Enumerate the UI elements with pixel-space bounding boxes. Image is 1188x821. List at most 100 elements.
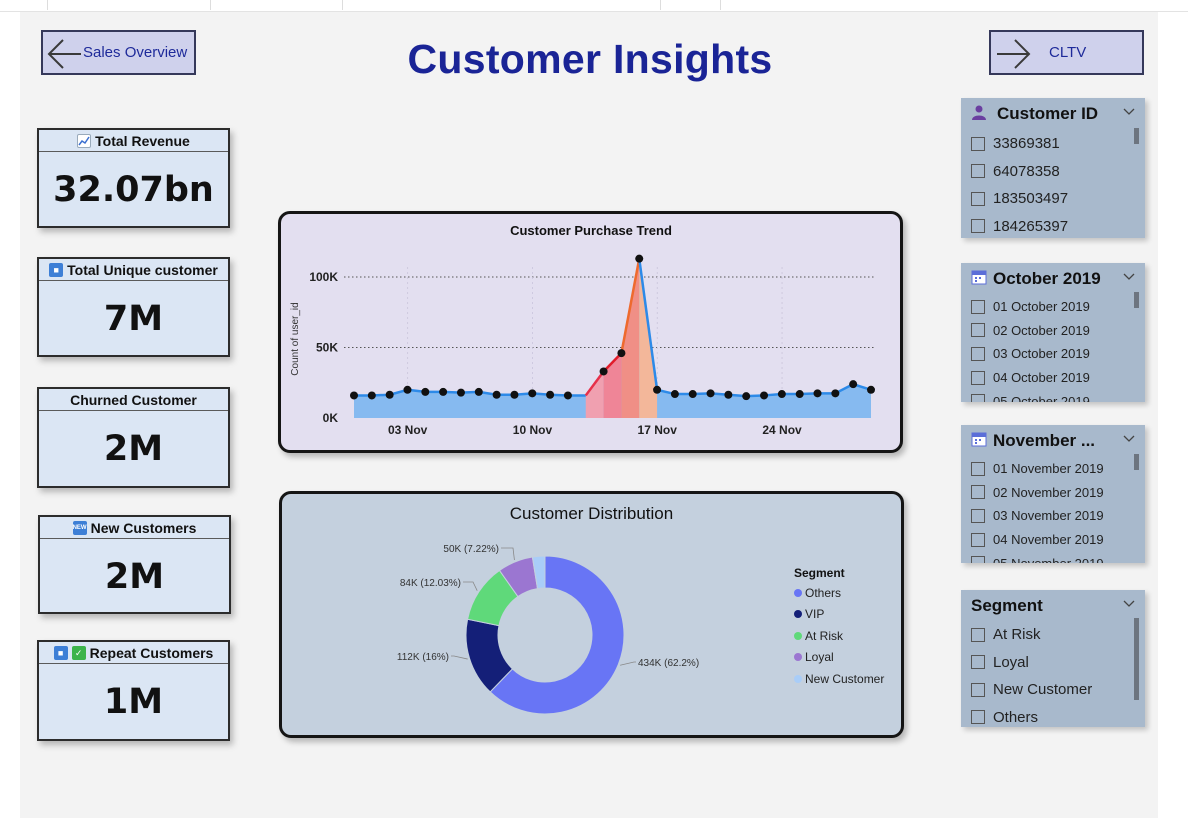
data-point — [528, 389, 537, 398]
chevron-down-icon[interactable] — [1123, 108, 1135, 116]
slicer-item[interactable]: 04 October 2019 — [961, 366, 1145, 390]
slicer-customer-id[interactable]: Customer ID 33869381 64078358 183503497 184… — [961, 98, 1145, 238]
slicer-item[interactable]: 02 October 2019 — [961, 319, 1145, 343]
slicer-checkbox[interactable] — [971, 191, 985, 206]
area-highlight — [585, 371, 604, 418]
slicer-checkbox[interactable] — [971, 556, 985, 563]
data-point — [546, 390, 555, 399]
legend-marker — [794, 588, 802, 597]
back-nav-button[interactable]: Sales Overview — [41, 30, 196, 75]
slicer-item[interactable]: 64078358 — [961, 158, 1145, 186]
slicer-item[interactable]: 02 November 2019 — [961, 481, 1145, 505]
slicer-checkbox[interactable] — [971, 323, 985, 338]
data-label: 112K (16%) — [397, 652, 449, 663]
legend-item[interactable]: Others — [794, 582, 904, 604]
legend-item[interactable]: At Risk — [794, 625, 904, 647]
legend-label: Loyal — [805, 650, 834, 665]
calendar-icon — [971, 269, 989, 290]
slicer-checkbox[interactable] — [971, 532, 985, 547]
kpi-header: NEW New Customers — [40, 517, 229, 539]
slicer-item[interactable]: 03 November 2019 — [961, 504, 1145, 528]
legend-marker — [794, 674, 802, 683]
kpi-value: 1M — [103, 682, 164, 722]
slicer-item-label: 05 October 2019 — [993, 393, 1090, 402]
legend-item[interactable]: VIP — [794, 604, 904, 626]
data-point — [385, 390, 394, 399]
slicer-item[interactable]: Loyal — [961, 649, 1145, 677]
slicer-item[interactable]: At Risk — [961, 621, 1145, 649]
legend-label: At Risk — [805, 628, 844, 643]
toolbar-separator — [210, 0, 211, 10]
chevron-down-icon[interactable] — [1123, 600, 1135, 608]
slicer-item[interactable]: 03 October 2019 — [961, 342, 1145, 366]
x-tick-label: 24 Nov — [762, 423, 802, 437]
slicer-item[interactable]: 05 November 2019 — [961, 551, 1145, 563]
data-point — [439, 387, 448, 396]
slicer-item[interactable]: 183503497 — [961, 185, 1145, 213]
toolbar-separator — [342, 0, 343, 10]
legend-item[interactable]: Loyal — [794, 647, 904, 669]
kpi-value: 2M — [104, 557, 165, 597]
slicer-item[interactable]: Others — [961, 704, 1145, 728]
slicer-checkbox[interactable] — [971, 655, 985, 670]
slicer-checkbox[interactable] — [971, 682, 985, 697]
slicer-october-2019[interactable]: October 2019 01 October 2019 02 October 2… — [961, 263, 1145, 402]
toolbar-separator — [47, 0, 48, 10]
slicer-scrollbar[interactable] — [1134, 292, 1139, 308]
slicer-item[interactable]: 05 October 2019 — [961, 389, 1145, 402]
toolbar-separator — [660, 0, 661, 10]
data-point — [831, 389, 840, 398]
person-icon — [971, 104, 989, 125]
y-tick-label: 0K — [323, 411, 339, 425]
slicer-item-label: Others — [993, 708, 1039, 726]
slicer-checkbox[interactable] — [971, 485, 985, 500]
slicer-november-2019[interactable]: November ... 01 November 2019 02 November… — [961, 425, 1145, 563]
slicer-checkbox[interactable] — [971, 508, 985, 523]
slicer-item[interactable]: 04 November 2019 — [961, 528, 1145, 552]
data-point — [706, 389, 715, 398]
slicer-item[interactable]: New Customer — [961, 676, 1145, 704]
chart-up-icon — [77, 133, 92, 148]
donut-legend: Segment Others VIP At Risk Loyal New Custome… — [794, 566, 904, 690]
chevron-down-icon[interactable] — [1123, 273, 1135, 281]
slicer-item-label: 04 October 2019 — [993, 370, 1090, 386]
slicer-checkbox[interactable] — [971, 627, 985, 642]
slicer-checkbox[interactable] — [971, 219, 985, 234]
data-point — [777, 390, 786, 399]
slicer-checkbox[interactable] — [971, 136, 985, 151]
slicer-scrollbar[interactable] — [1134, 128, 1139, 144]
slicer-scrollbar[interactable] — [1134, 454, 1139, 470]
data-label: 50K (7.22%) — [443, 544, 499, 555]
slicer-item-label: 33869381 — [993, 135, 1060, 153]
kpi-total-revenue: Total Revenue 32.07bn — [37, 128, 230, 228]
slicer-scrollbar[interactable] — [1134, 618, 1139, 700]
slicer-checkbox[interactable] — [971, 394, 985, 402]
kpi-header: Total Revenue — [39, 130, 228, 152]
toolbar-separator — [720, 0, 721, 10]
slicer-segment[interactable]: Segment At Risk Loyal New Customer Others — [961, 590, 1145, 727]
slicer-item-label: 183503497 — [993, 190, 1069, 208]
slicer-checkbox[interactable] — [971, 299, 985, 314]
slicer-checkbox[interactable] — [971, 346, 985, 361]
data-point — [492, 390, 501, 399]
slicer-checkbox[interactable] — [971, 710, 985, 725]
forward-nav-button[interactable]: CLTV — [989, 30, 1144, 75]
slicer-item[interactable]: 01 October 2019 — [961, 295, 1145, 319]
slicer-checkbox[interactable] — [971, 461, 985, 476]
kpi-title: Churned Customer — [70, 391, 197, 408]
customer-distribution-card[interactable]: Customer Distribution 434K (62.2%) 112K (… — [279, 491, 904, 738]
purchase-trend-card[interactable]: Customer Purchase Trend Count of user_id… — [278, 211, 903, 453]
data-point — [813, 389, 822, 398]
data-point — [653, 385, 662, 394]
slicer-checkbox[interactable] — [971, 164, 985, 179]
slicer-checkbox[interactable] — [971, 370, 985, 385]
slicer-item-label: 02 October 2019 — [993, 322, 1090, 338]
slicer-item[interactable]: 01 November 2019 — [961, 457, 1145, 481]
slicer-item[interactable]: 33869381 — [961, 130, 1145, 158]
kpi-header: ■ Total Unique customer — [39, 259, 228, 281]
legend-item[interactable]: New Customer — [794, 668, 904, 690]
chevron-down-icon[interactable] — [1123, 435, 1135, 443]
slicer-item[interactable]: 184265397 — [961, 213, 1145, 239]
data-point — [617, 349, 626, 358]
legend-marker — [794, 631, 802, 640]
